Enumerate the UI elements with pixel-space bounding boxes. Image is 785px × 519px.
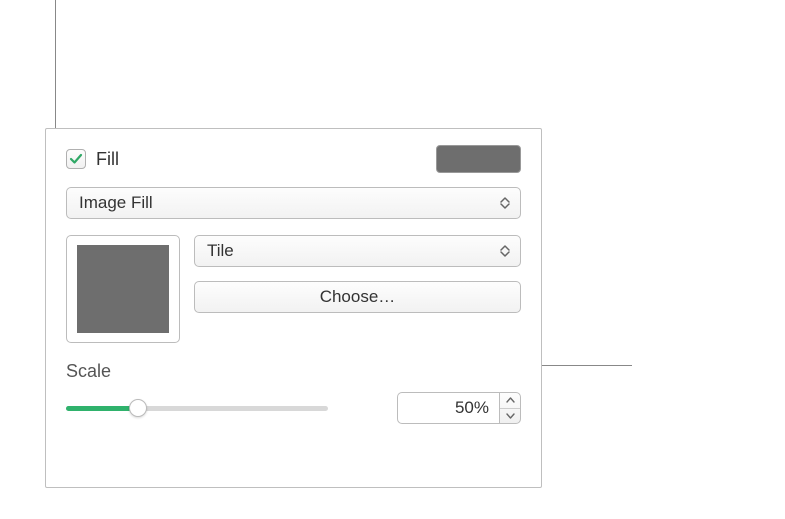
choose-button-label: Choose… [320, 287, 396, 307]
chevron-down-icon [506, 413, 515, 419]
chevron-updown-icon [496, 192, 514, 214]
fill-checkbox-wrap: Fill [66, 149, 119, 170]
check-icon [69, 152, 83, 166]
choose-image-button[interactable]: Choose… [194, 281, 521, 313]
fill-color-swatch[interactable] [436, 145, 521, 173]
image-display-mode-select[interactable]: Tile [194, 235, 521, 267]
image-display-mode-value: Tile [207, 241, 234, 261]
scale-value-input[interactable]: 50% [397, 392, 499, 424]
stepper-down-button[interactable] [500, 409, 520, 424]
slider-thumb[interactable] [129, 399, 147, 417]
scale-stepper [499, 392, 521, 424]
fill-type-value: Image Fill [79, 193, 153, 213]
fill-header-row: Fill [66, 145, 521, 173]
fill-type-select[interactable]: Image Fill [66, 187, 521, 219]
scale-value-text: 50% [455, 398, 489, 418]
scale-row: 50% [66, 392, 521, 424]
image-options-row: Tile Choose… [66, 235, 521, 343]
fill-checkbox-label: Fill [96, 149, 119, 170]
chevron-updown-icon [496, 240, 514, 262]
image-options-column: Tile Choose… [194, 235, 521, 343]
stepper-up-button[interactable] [500, 393, 520, 409]
image-thumbnail [77, 245, 169, 333]
slider-fill [66, 406, 134, 411]
scale-label: Scale [66, 361, 521, 382]
scale-slider[interactable] [66, 398, 328, 418]
fill-panel: Fill Image Fill Tile Choose… Sc [45, 128, 542, 488]
chevron-up-icon [506, 397, 515, 403]
scale-value-stepper: 50% [397, 392, 521, 424]
fill-checkbox[interactable] [66, 149, 86, 169]
image-thumbnail-well[interactable] [66, 235, 180, 343]
